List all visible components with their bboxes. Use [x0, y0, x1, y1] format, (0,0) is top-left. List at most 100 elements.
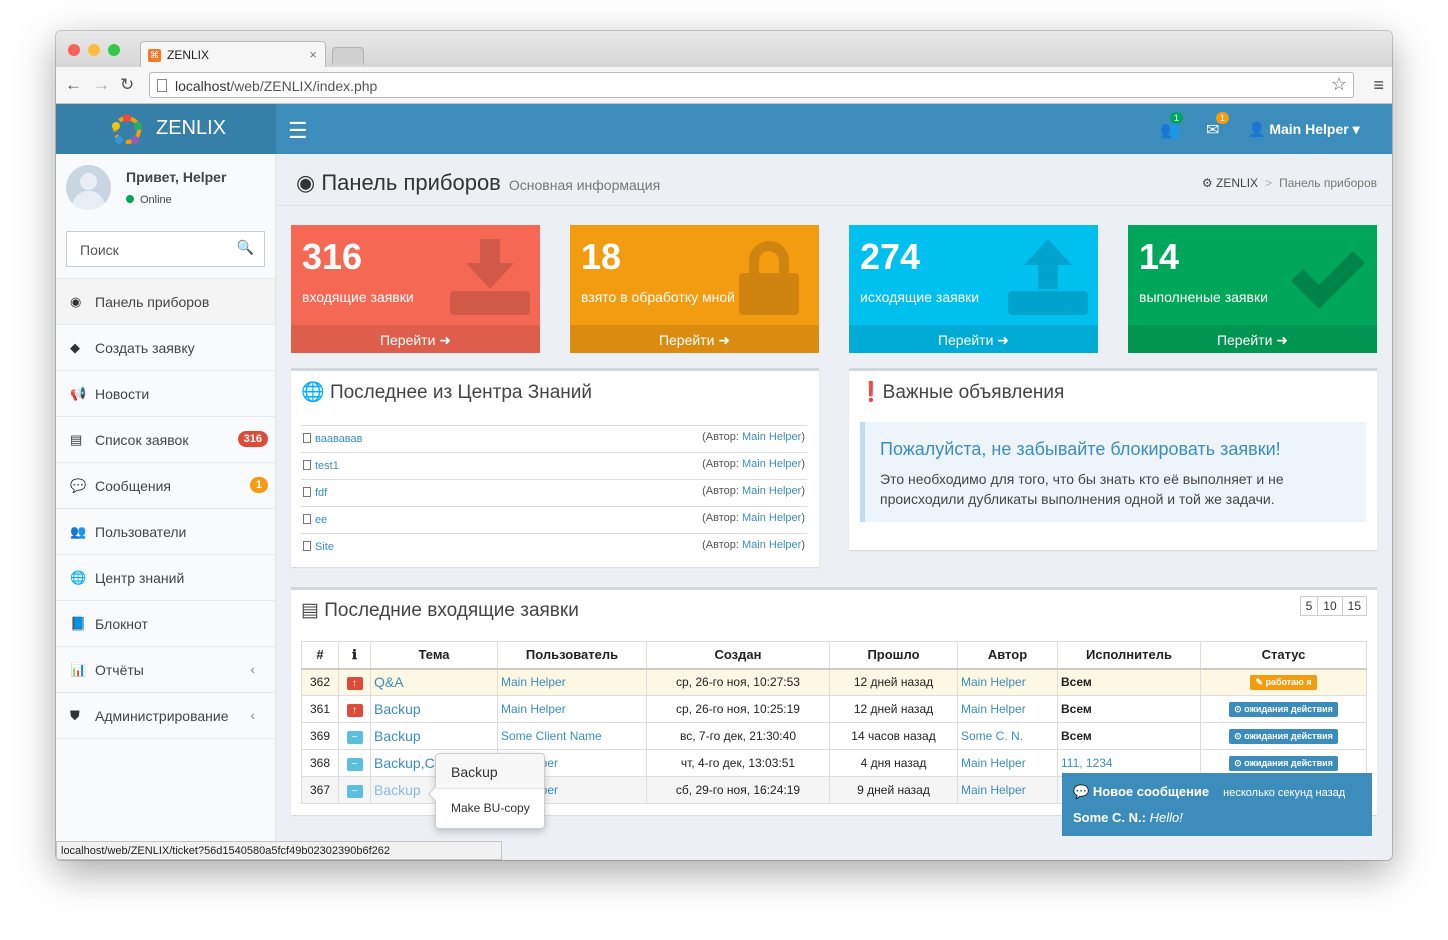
- ticket-assignee-links[interactable]: 111, 1234: [1061, 756, 1113, 770]
- col-user[interactable]: Пользователь: [497, 641, 647, 670]
- kb-author-link[interactable]: Main Helper: [742, 458, 801, 470]
- url-field[interactable]: localhost/web/ZENLIX/index.php ☆: [149, 72, 1354, 98]
- minimize-window-button[interactable]: [88, 44, 100, 56]
- forward-icon[interactable]: →: [93, 75, 110, 95]
- shield-icon: ⛊: [70, 708, 80, 723]
- sidebar-item-reports[interactable]: 📊 Отчёты ‹: [56, 647, 275, 693]
- reload-icon[interactable]: ↻: [120, 75, 134, 95]
- ticket-author-link[interactable]: Some C. N.: [961, 729, 1023, 743]
- kb-article-link[interactable]: Site: [303, 541, 334, 553]
- toast-time: несколько секунд назад: [1223, 787, 1346, 799]
- new-tab-button[interactable]: [332, 47, 364, 65]
- kb-author-link[interactable]: Main Helper: [742, 539, 801, 551]
- col-info[interactable]: ℹ: [338, 641, 371, 670]
- bookmark-star-icon[interactable]: ☆: [1331, 74, 1347, 95]
- announcement-headline: Пожалуйста, не забывайте блокировать зая…: [880, 439, 1281, 459]
- kb-author-link[interactable]: Main Helper: [742, 512, 801, 524]
- kb-article-link[interactable]: ee: [303, 514, 327, 526]
- globe-icon: 🌐: [301, 382, 325, 403]
- list-icon: ▤: [70, 432, 83, 447]
- author-suffix: ): [801, 512, 805, 524]
- search-input[interactable]: Поиск 🔍: [66, 231, 265, 267]
- page-size-5[interactable]: 5: [1300, 597, 1319, 615]
- stat-link-incoming[interactable]: Перейти ➜: [291, 325, 540, 353]
- back-icon[interactable]: ←: [65, 75, 82, 95]
- breadcrumb-home[interactable]: ZENLIX: [1216, 176, 1258, 190]
- sidebar-item-ticket-list[interactable]: ▤ Список заявок 316: [56, 417, 275, 463]
- toast-sender: Some C. N.:: [1073, 810, 1146, 825]
- page-size-10[interactable]: 10: [1318, 597, 1343, 615]
- sidebar-item-label: Список заявок: [95, 432, 189, 448]
- ticket-created: вс, 7-го дек, 21:30:40: [646, 722, 830, 750]
- users-notify-icon[interactable]: 👥 1: [1160, 112, 1184, 140]
- ticket-subject-link[interactable]: Backup: [374, 728, 421, 744]
- kb-article-link[interactable]: fdf: [303, 487, 327, 499]
- user-icon: 👤: [1248, 121, 1266, 137]
- search-icon[interactable]: 🔍: [237, 239, 254, 256]
- zoom-window-button[interactable]: [108, 44, 120, 56]
- clock-icon: ⊙: [1234, 704, 1242, 714]
- ticket-subject-link[interactable]: Backup,C: [374, 755, 435, 771]
- col-subject[interactable]: Тема: [370, 641, 498, 670]
- stat-link-done[interactable]: Перейти ➜: [1128, 325, 1377, 353]
- stat-done: 14 выполненые заявки Перейти ➜: [1128, 225, 1377, 353]
- col-created[interactable]: Создан: [646, 641, 830, 670]
- ticket-user-link[interactable]: Main Helper: [501, 702, 566, 716]
- col-assignee[interactable]: Исполнитель: [1057, 641, 1201, 670]
- list-item: Site (Автор: Main Helper): [301, 533, 807, 560]
- sidebar-item-users[interactable]: 👥 Пользователи: [56, 509, 275, 555]
- col-id[interactable]: #: [301, 641, 339, 670]
- page-title-text: Панель приборов: [321, 170, 501, 195]
- ticket-user-link[interactable]: Some Client Name: [501, 729, 602, 743]
- ticket-subject-link[interactable]: Backup: [374, 782, 421, 798]
- new-message-notification[interactable]: 💬 Новое сообщение несколько секунд назад …: [1062, 773, 1372, 836]
- sidebar-item-admin[interactable]: ⛊ Администрирование ‹: [56, 693, 275, 739]
- col-elapsed[interactable]: Прошло: [829, 641, 958, 670]
- online-dot-icon: [126, 195, 134, 203]
- author-prefix: (Автор:: [702, 431, 743, 443]
- sidebar-item-knowledge[interactable]: 🌐 Центр знаний: [56, 555, 275, 601]
- browser-menu-icon[interactable]: ≡: [1373, 75, 1384, 96]
- browser-tab[interactable]: ⌘ ZENLIX ×: [140, 41, 326, 68]
- sidebar-item-dashboard[interactable]: ◉ Панель приборов: [56, 279, 275, 325]
- close-window-button[interactable]: [68, 44, 80, 56]
- ticket-author-link[interactable]: Main Helper: [961, 675, 1026, 689]
- kb-author-link[interactable]: Main Helper: [742, 431, 801, 443]
- tab-close-icon[interactable]: ×: [309, 47, 317, 62]
- kb-author-link[interactable]: Main Helper: [742, 485, 801, 497]
- table-row[interactable]: 362 ↑ Q&A Main Helper ср, 26-го ноя, 10:…: [301, 668, 1367, 696]
- breadcrumb-current: Панель приборов: [1279, 176, 1377, 190]
- ticket-subject-link[interactable]: Q&A: [374, 674, 404, 690]
- page-size-15[interactable]: 15: [1342, 597, 1366, 615]
- author-prefix: (Автор:: [702, 485, 743, 497]
- kb-title: ваававав: [315, 433, 363, 445]
- table-row[interactable]: 369 − Backup Some Client Name вс, 7-го д…: [301, 722, 1367, 750]
- arrow-up-icon: ↑: [346, 676, 363, 690]
- logo[interactable]: ZENLIX: [56, 104, 276, 154]
- ticket-author-link[interactable]: Main Helper: [961, 756, 1026, 770]
- ticket-user-link[interactable]: Main Helper: [501, 675, 566, 689]
- sidebar-item-notebook[interactable]: 📘 Блокнот: [56, 601, 275, 647]
- sidebar-toggle-icon[interactable]: ☰: [288, 118, 308, 144]
- user-menu[interactable]: 👤 Main Helper ▾: [1248, 121, 1360, 138]
- file-icon: [303, 487, 311, 497]
- kb-article-link[interactable]: test1: [303, 460, 339, 472]
- kb-article-link[interactable]: ваававав: [303, 433, 362, 445]
- ticket-subject-link[interactable]: Backup: [374, 701, 421, 717]
- table-row[interactable]: 361 ↑ Backup Main Helper ср, 26-го ноя, …: [301, 695, 1367, 723]
- minus-icon: −: [346, 730, 363, 744]
- ticket-elapsed: 14 часов назад: [829, 722, 958, 750]
- mail-icon[interactable]: ✉ 1: [1206, 112, 1230, 140]
- download-icon: [450, 239, 530, 315]
- col-author[interactable]: Автор: [957, 641, 1058, 670]
- page-size-selector: 5 10 15: [1299, 596, 1367, 616]
- ticket-author-link[interactable]: Main Helper: [961, 702, 1026, 716]
- col-status[interactable]: Статус: [1200, 641, 1367, 670]
- sidebar-item-label: Панель приборов: [95, 294, 210, 310]
- sidebar-item-news[interactable]: 📢 Новости: [56, 371, 275, 417]
- sidebar-item-create-ticket[interactable]: ◆ Создать заявку: [56, 325, 275, 371]
- ticket-author-link[interactable]: Main Helper: [961, 783, 1026, 797]
- sidebar-item-messages[interactable]: 💬 Сообщения 1: [56, 463, 275, 509]
- stat-link-taken[interactable]: Перейти ➜: [570, 325, 819, 353]
- stat-link-outgoing[interactable]: Перейти ➜: [849, 325, 1098, 353]
